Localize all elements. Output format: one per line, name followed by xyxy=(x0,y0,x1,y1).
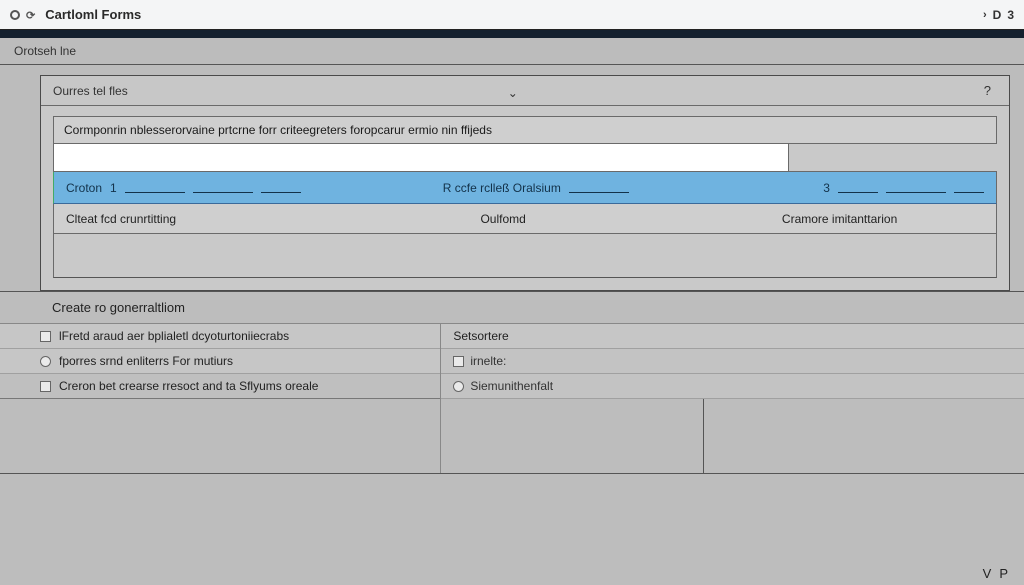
right-item-1-label: irnelte: xyxy=(470,354,506,368)
right-item-1[interactable]: irnelte: xyxy=(441,349,1024,374)
table-row[interactable]: Clteat fcd crunrtitting Oulfomd Cramore … xyxy=(53,204,997,234)
sub-header-label: Orotseh lne xyxy=(14,44,76,58)
col-header-2[interactable]: R ccfe rclleß Oralsium xyxy=(431,181,789,195)
main-area: Ourres tel fles ⌄ ? Cormponrin nblessero… xyxy=(0,65,1024,585)
checkbox-icon[interactable] xyxy=(453,356,464,367)
left-options: lFretd araud aer bplialetl dcyoturtoniie… xyxy=(0,324,440,473)
title-bar: Cartloml Forms › D 3 xyxy=(0,0,1024,30)
column-header-row: Croton 1 R ccfe rclleß Oralsium 3 xyxy=(53,172,997,204)
option-3-label: Creron bet crearse rresoct and ta Sflyum… xyxy=(59,379,318,393)
chevron-right-icon[interactable]: › xyxy=(983,9,987,21)
col2-label: R ccfe rclleß Oralsium xyxy=(443,181,561,195)
radio-icon[interactable] xyxy=(453,381,464,392)
bottom-area: V P xyxy=(0,473,1024,585)
toolbar-badge: 3 xyxy=(1007,8,1014,22)
description-text: Cormponrin nblesserorvaine prtcrne forr … xyxy=(64,123,492,137)
checkbox-icon[interactable] xyxy=(40,331,51,342)
options-title: Create ro gonerraltliom xyxy=(0,292,1024,324)
table-empty-area xyxy=(53,234,997,278)
checkbox-icon[interactable] xyxy=(40,381,51,392)
col-header-3[interactable]: 3 xyxy=(789,181,996,195)
option-2-label: fporres srnd enliterrs For mutiurs xyxy=(59,354,233,368)
option-1[interactable]: lFretd araud aer bplialetl dcyoturtoniie… xyxy=(0,324,440,349)
filler xyxy=(704,399,1024,473)
help-icon[interactable]: ? xyxy=(984,83,997,98)
accent-bar xyxy=(0,30,1024,38)
toolbar-icon-d[interactable]: D xyxy=(993,8,1002,22)
option-2[interactable]: fporres srnd enliterrs For mutiurs xyxy=(0,349,440,374)
window-title: Cartloml Forms xyxy=(45,7,141,22)
text-input[interactable] xyxy=(53,144,789,172)
radio-icon[interactable] xyxy=(40,356,51,367)
description-row: Cormponrin nblesserorvaine prtcrne forr … xyxy=(53,116,997,144)
cell-3: Cramore imitanttarion xyxy=(770,212,996,226)
right-options: Setsortere irnelte: Siemunithenfalt xyxy=(440,324,1024,473)
right-item-2[interactable]: Siemunithenfalt xyxy=(441,374,1024,399)
dropdown-caret-icon[interactable]: ⌄ xyxy=(508,86,518,96)
sub-header: Orotseh lne xyxy=(0,38,1024,65)
right-item-2-label: Siemunithenfalt xyxy=(470,379,553,393)
col1-num: 1 xyxy=(110,181,117,195)
panel-header-label: Ourres tel fles xyxy=(53,84,128,98)
panel-header: Ourres tel fles ⌄ ? xyxy=(41,76,1009,106)
option-3[interactable]: Creron bet crearse rresoct and ta Sflyum… xyxy=(0,374,440,399)
right-head: Setsortere xyxy=(441,324,1024,349)
form-panel: Ourres tel fles ⌄ ? Cormponrin nblessero… xyxy=(40,75,1010,291)
option-1-label: lFretd araud aer bplialetl dcyoturtoniie… xyxy=(59,329,289,343)
col-header-1[interactable]: Croton 1 xyxy=(54,181,431,195)
cell-1: Clteat fcd crunrtitting xyxy=(54,212,468,226)
cell-2: Oulfomd xyxy=(468,212,769,226)
divider-column xyxy=(441,399,703,473)
input-gap xyxy=(789,144,997,172)
footer: V P xyxy=(983,566,1008,581)
options-section: Create ro gonerraltliom lFretd araud aer… xyxy=(0,291,1024,473)
footer-v[interactable]: V xyxy=(983,566,992,581)
app-circle-icon xyxy=(10,10,20,20)
col1-label: Croton xyxy=(66,181,102,195)
panel-body: Cormponrin nblesserorvaine prtcrne forr … xyxy=(41,106,1009,290)
refresh-icon[interactable] xyxy=(26,7,39,22)
col3-num: 3 xyxy=(823,181,830,195)
footer-p[interactable]: P xyxy=(999,566,1008,581)
